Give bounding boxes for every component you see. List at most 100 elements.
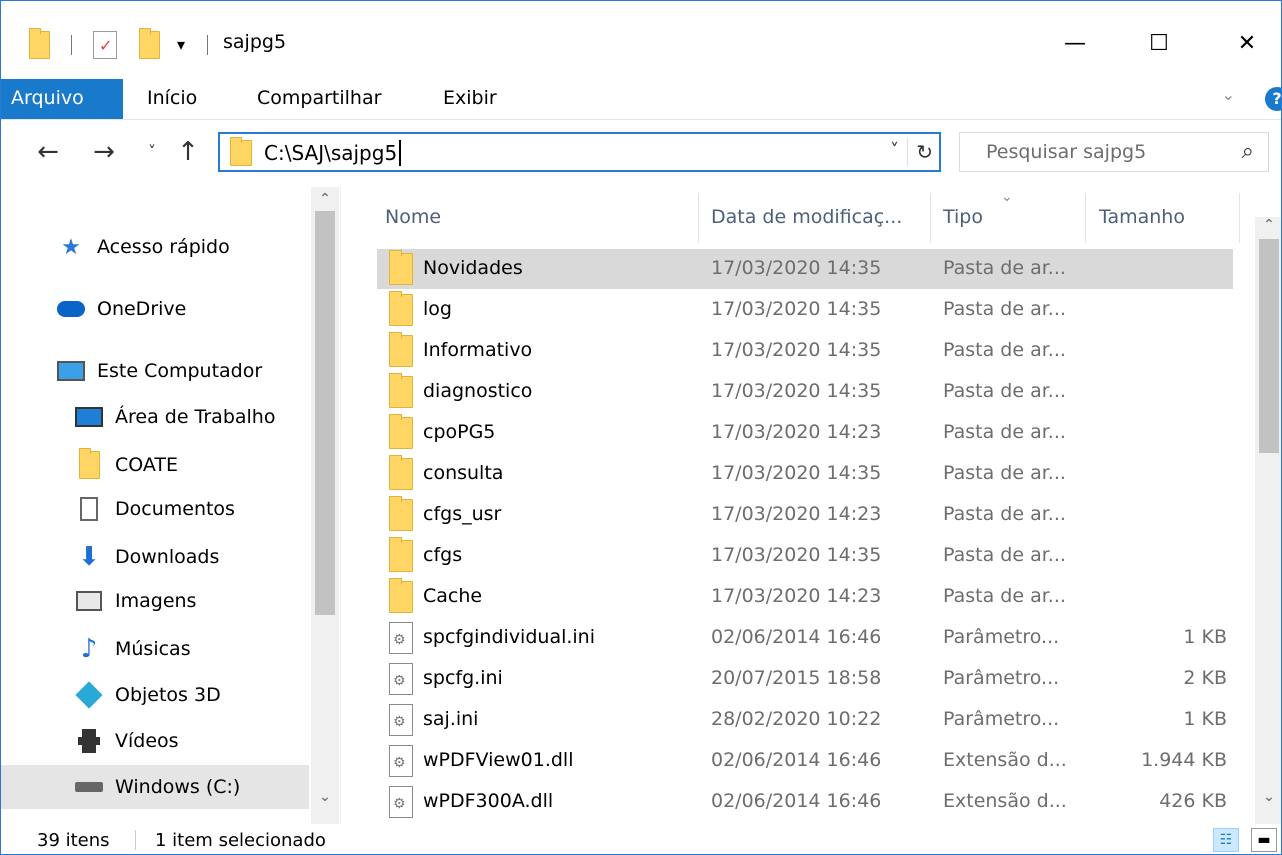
column-header-nome[interactable]: Nome xyxy=(385,187,441,247)
sidebar-item-downloads[interactable]: ⬇ Downloads xyxy=(1,535,309,579)
minimize-icon: — xyxy=(1064,30,1086,56)
tab-arquivo[interactable]: Arquivo xyxy=(1,79,123,119)
table-row[interactable]: diagnostico 17/03/2020 14:35 Pasta de ar..… xyxy=(377,372,1233,412)
list-scroll-thumb[interactable] xyxy=(1259,239,1279,453)
sidebar-item-label: Este Computador xyxy=(97,360,263,382)
tab-inicio[interactable]: Início xyxy=(147,79,197,119)
sidebar-item-este-computador[interactable]: Este Computador xyxy=(1,349,309,393)
table-row[interactable]: spcfg.ini 20/07/2015 18:58 Parâmetro... 2 K… xyxy=(377,659,1233,699)
computer-icon xyxy=(57,357,85,385)
sidebar-item-musicas[interactable]: ♪ Músicas xyxy=(1,627,309,671)
details-view-button[interactable]: ☷ xyxy=(1213,828,1239,852)
back-button[interactable]: ← xyxy=(31,134,65,170)
video-icon xyxy=(75,727,103,755)
sidebar-item-label: Músicas xyxy=(115,638,191,660)
navigation-pane: ★ Acesso rápido OneDrive Este Computador… xyxy=(1,187,341,824)
search-box[interactable]: Pesquisar sajpg5 ⌕ xyxy=(959,132,1269,172)
properties-icon[interactable] xyxy=(93,29,117,61)
file-date: 20/07/2015 18:58 xyxy=(711,667,882,689)
file-date: 17/03/2020 14:23 xyxy=(711,421,882,443)
tab-exibir[interactable]: Exibir xyxy=(443,79,497,119)
column-header-data[interactable]: Data de modificaç... xyxy=(711,187,902,247)
refresh-button[interactable]: ↻ xyxy=(907,138,933,166)
file-name: wPDF300A.dll xyxy=(423,790,554,812)
table-row[interactable]: consulta 17/03/2020 14:35 Pasta de ar... xyxy=(377,454,1233,494)
drive-icon xyxy=(75,773,103,801)
tab-compartilhar[interactable]: Compartilhar xyxy=(257,79,381,119)
table-row[interactable]: wPDFView01.dll 02/06/2014 16:46 Extensão d… xyxy=(377,741,1233,781)
help-icon[interactable]: ? xyxy=(1265,87,1281,111)
file-size: 1 KB xyxy=(1183,708,1227,730)
column-divider[interactable] xyxy=(930,193,931,243)
file-name: log xyxy=(423,298,452,320)
table-row[interactable]: Cache 17/03/2020 14:23 Pasta de ar... xyxy=(377,577,1233,617)
table-row[interactable]: cpoPG5 17/03/2020 14:23 Pasta de ar... xyxy=(377,413,1233,453)
pictures-icon xyxy=(75,587,103,615)
column-divider[interactable] xyxy=(1085,193,1086,243)
column-header-tamanho[interactable]: Tamanho xyxy=(1099,187,1185,247)
sidebar-item-area-de-trabalho[interactable]: Área de Trabalho xyxy=(1,395,309,439)
file-size: 1 KB xyxy=(1183,626,1227,648)
sidebar-item-windows-c[interactable]: Windows (C:) xyxy=(1,765,309,809)
maximize-button[interactable]: ☐ xyxy=(1135,21,1183,65)
folder-icon xyxy=(389,291,413,326)
list-scrollbar[interactable]: ⌃ ⌄ xyxy=(1255,217,1281,824)
file-type: Pasta de ar... xyxy=(943,298,1066,320)
large-icons-view-button[interactable]: ▬ xyxy=(1251,828,1277,852)
column-header-tipo[interactable]: Tipo xyxy=(943,187,983,247)
quick-access-dropdown[interactable]: ▾ xyxy=(177,29,185,61)
table-row[interactable]: spcfgindividual.ini 02/06/2014 16:46 Parâm… xyxy=(377,618,1233,658)
table-row[interactable]: wPDF300A.dll 02/06/2014 16:46 Extensão d..… xyxy=(377,782,1233,822)
scroll-down-icon[interactable]: ⌄ xyxy=(1255,789,1281,805)
folder-icon xyxy=(389,332,413,367)
file-date: 28/02/2020 10:22 xyxy=(711,708,882,730)
column-divider[interactable] xyxy=(1239,193,1240,243)
file-list: Nome Data de modificaç... Tipo ⌄ Tamanho… xyxy=(341,187,1281,824)
table-row[interactable]: saj.ini 28/02/2020 10:22 Parâmetro... 1 KB xyxy=(377,700,1233,740)
forward-button[interactable]: → xyxy=(87,134,121,170)
star-icon: ★ xyxy=(61,234,81,260)
table-row[interactable]: cfgs_usr 17/03/2020 14:23 Pasta de ar... xyxy=(377,495,1233,535)
file-type: Parâmetro... xyxy=(943,626,1060,648)
folder-icon xyxy=(230,137,252,166)
up-button[interactable]: ↑ xyxy=(171,134,205,170)
sidebar-item-videos[interactable]: Vídeos xyxy=(1,719,309,763)
folder-icon xyxy=(75,448,103,479)
file-icon xyxy=(389,663,413,695)
address-dropdown-button[interactable]: ˅ xyxy=(890,140,899,161)
table-row[interactable]: cfgs 17/03/2020 14:35 Pasta de ar... xyxy=(377,536,1233,576)
new-folder-icon[interactable] xyxy=(139,28,160,61)
sidebar-item-coate[interactable]: COATE xyxy=(1,443,309,487)
chevron-down-icon[interactable]: ⌄ xyxy=(1222,85,1235,104)
sidebar-item-onedrive[interactable]: OneDrive xyxy=(1,287,309,331)
folder-icon xyxy=(29,28,50,61)
sidebar-item-imagens[interactable]: Imagens xyxy=(1,579,309,623)
recent-locations-button[interactable]: ˅ xyxy=(135,134,169,170)
address-bar[interactable]: C:\SAJ\sajpg5 ˅ ↻ xyxy=(218,132,941,172)
sidebar-item-objetos-3d[interactable]: Objetos 3D xyxy=(1,673,309,717)
table-row[interactable]: Informativo 17/03/2020 14:35 Pasta de ar..… xyxy=(377,331,1233,371)
sidebar-scrollbar[interactable]: ⌃ ⌄ xyxy=(311,187,339,824)
sidebar-scroll-thumb[interactable] xyxy=(315,211,335,615)
scroll-up-icon[interactable]: ⌃ xyxy=(1255,217,1281,233)
folder-icon xyxy=(389,496,413,531)
scroll-down-icon[interactable]: ⌄ xyxy=(311,789,339,805)
sidebar-item-acesso-rapido[interactable]: ★ Acesso rápido xyxy=(1,225,309,269)
search-input[interactable]: Pesquisar sajpg5 xyxy=(986,141,1146,163)
file-date: 17/03/2020 14:35 xyxy=(711,462,882,484)
table-row[interactable]: Novidades 17/03/2020 14:35 Pasta de ar... xyxy=(377,249,1233,289)
file-icon xyxy=(389,704,413,736)
search-icon[interactable]: ⌕ xyxy=(1242,139,1254,164)
scroll-up-icon[interactable]: ⌃ xyxy=(311,191,339,207)
file-size: 1.944 KB xyxy=(1141,749,1227,771)
table-row[interactable]: log 17/03/2020 14:35 Pasta de ar... xyxy=(377,290,1233,330)
sidebar-item-documentos[interactable]: Documentos xyxy=(1,487,309,531)
file-type: Pasta de ar... xyxy=(943,257,1066,279)
close-button[interactable]: ✕ xyxy=(1223,21,1271,65)
column-divider[interactable] xyxy=(698,193,699,243)
minimize-button[interactable]: — xyxy=(1051,21,1099,65)
navigation-bar: ← → ˅ ↑ C:\SAJ\sajpg5 ˅ ↻ Pesquisar sajp… xyxy=(1,119,1281,187)
file-name: Cache xyxy=(423,585,483,607)
address-text[interactable]: C:\SAJ\sajpg5 xyxy=(264,140,402,166)
sidebar-item-label: OneDrive xyxy=(97,298,187,320)
